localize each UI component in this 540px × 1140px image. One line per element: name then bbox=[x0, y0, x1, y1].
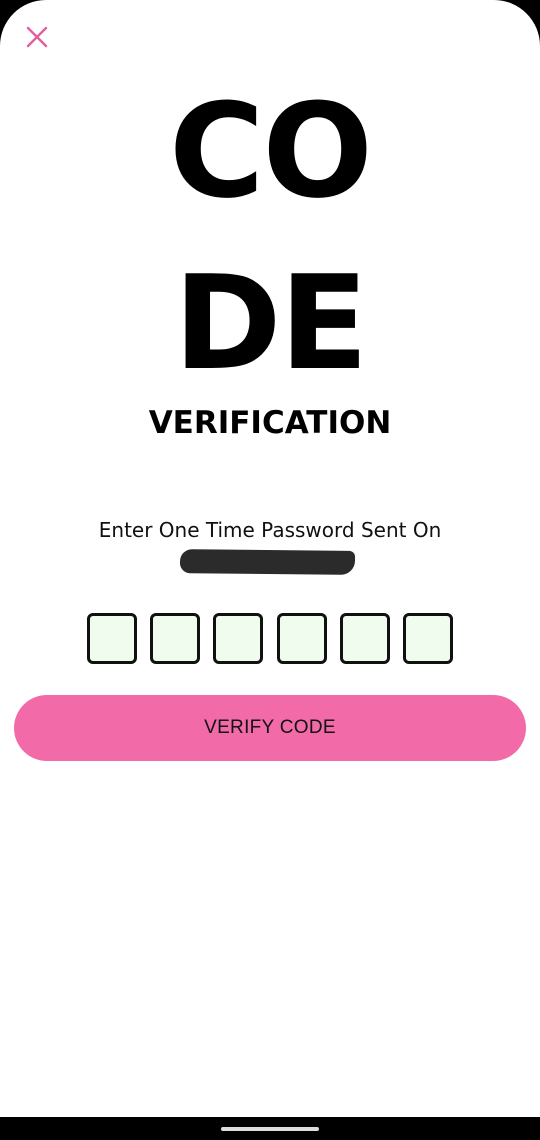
redacted-phone-number bbox=[179, 549, 356, 575]
otp-instruction-text: Enter One Time Password Sent On bbox=[98, 518, 442, 542]
page-title-line-1: CO bbox=[169, 75, 373, 227]
otp-verification-screen: CO DE VERIFICATION Enter One Time Passwo… bbox=[0, 0, 540, 1117]
close-icon bbox=[26, 26, 48, 48]
verify-code-button[interactable]: VERIFY CODE bbox=[14, 695, 526, 761]
home-indicator[interactable] bbox=[221, 1127, 319, 1131]
otp-digit-2[interactable] bbox=[150, 613, 201, 664]
otp-digit-6[interactable] bbox=[402, 613, 453, 664]
otp-digit-3[interactable] bbox=[213, 613, 264, 664]
otp-digit-1[interactable] bbox=[87, 613, 137, 664]
page-title-line-2: DE bbox=[173, 247, 369, 399]
otp-input-group bbox=[87, 613, 453, 664]
otp-digit-5[interactable] bbox=[339, 613, 390, 664]
otp-digit-4[interactable] bbox=[276, 613, 327, 664]
close-button[interactable] bbox=[22, 22, 52, 52]
page-subtitle: VERIFICATION bbox=[148, 405, 392, 441]
